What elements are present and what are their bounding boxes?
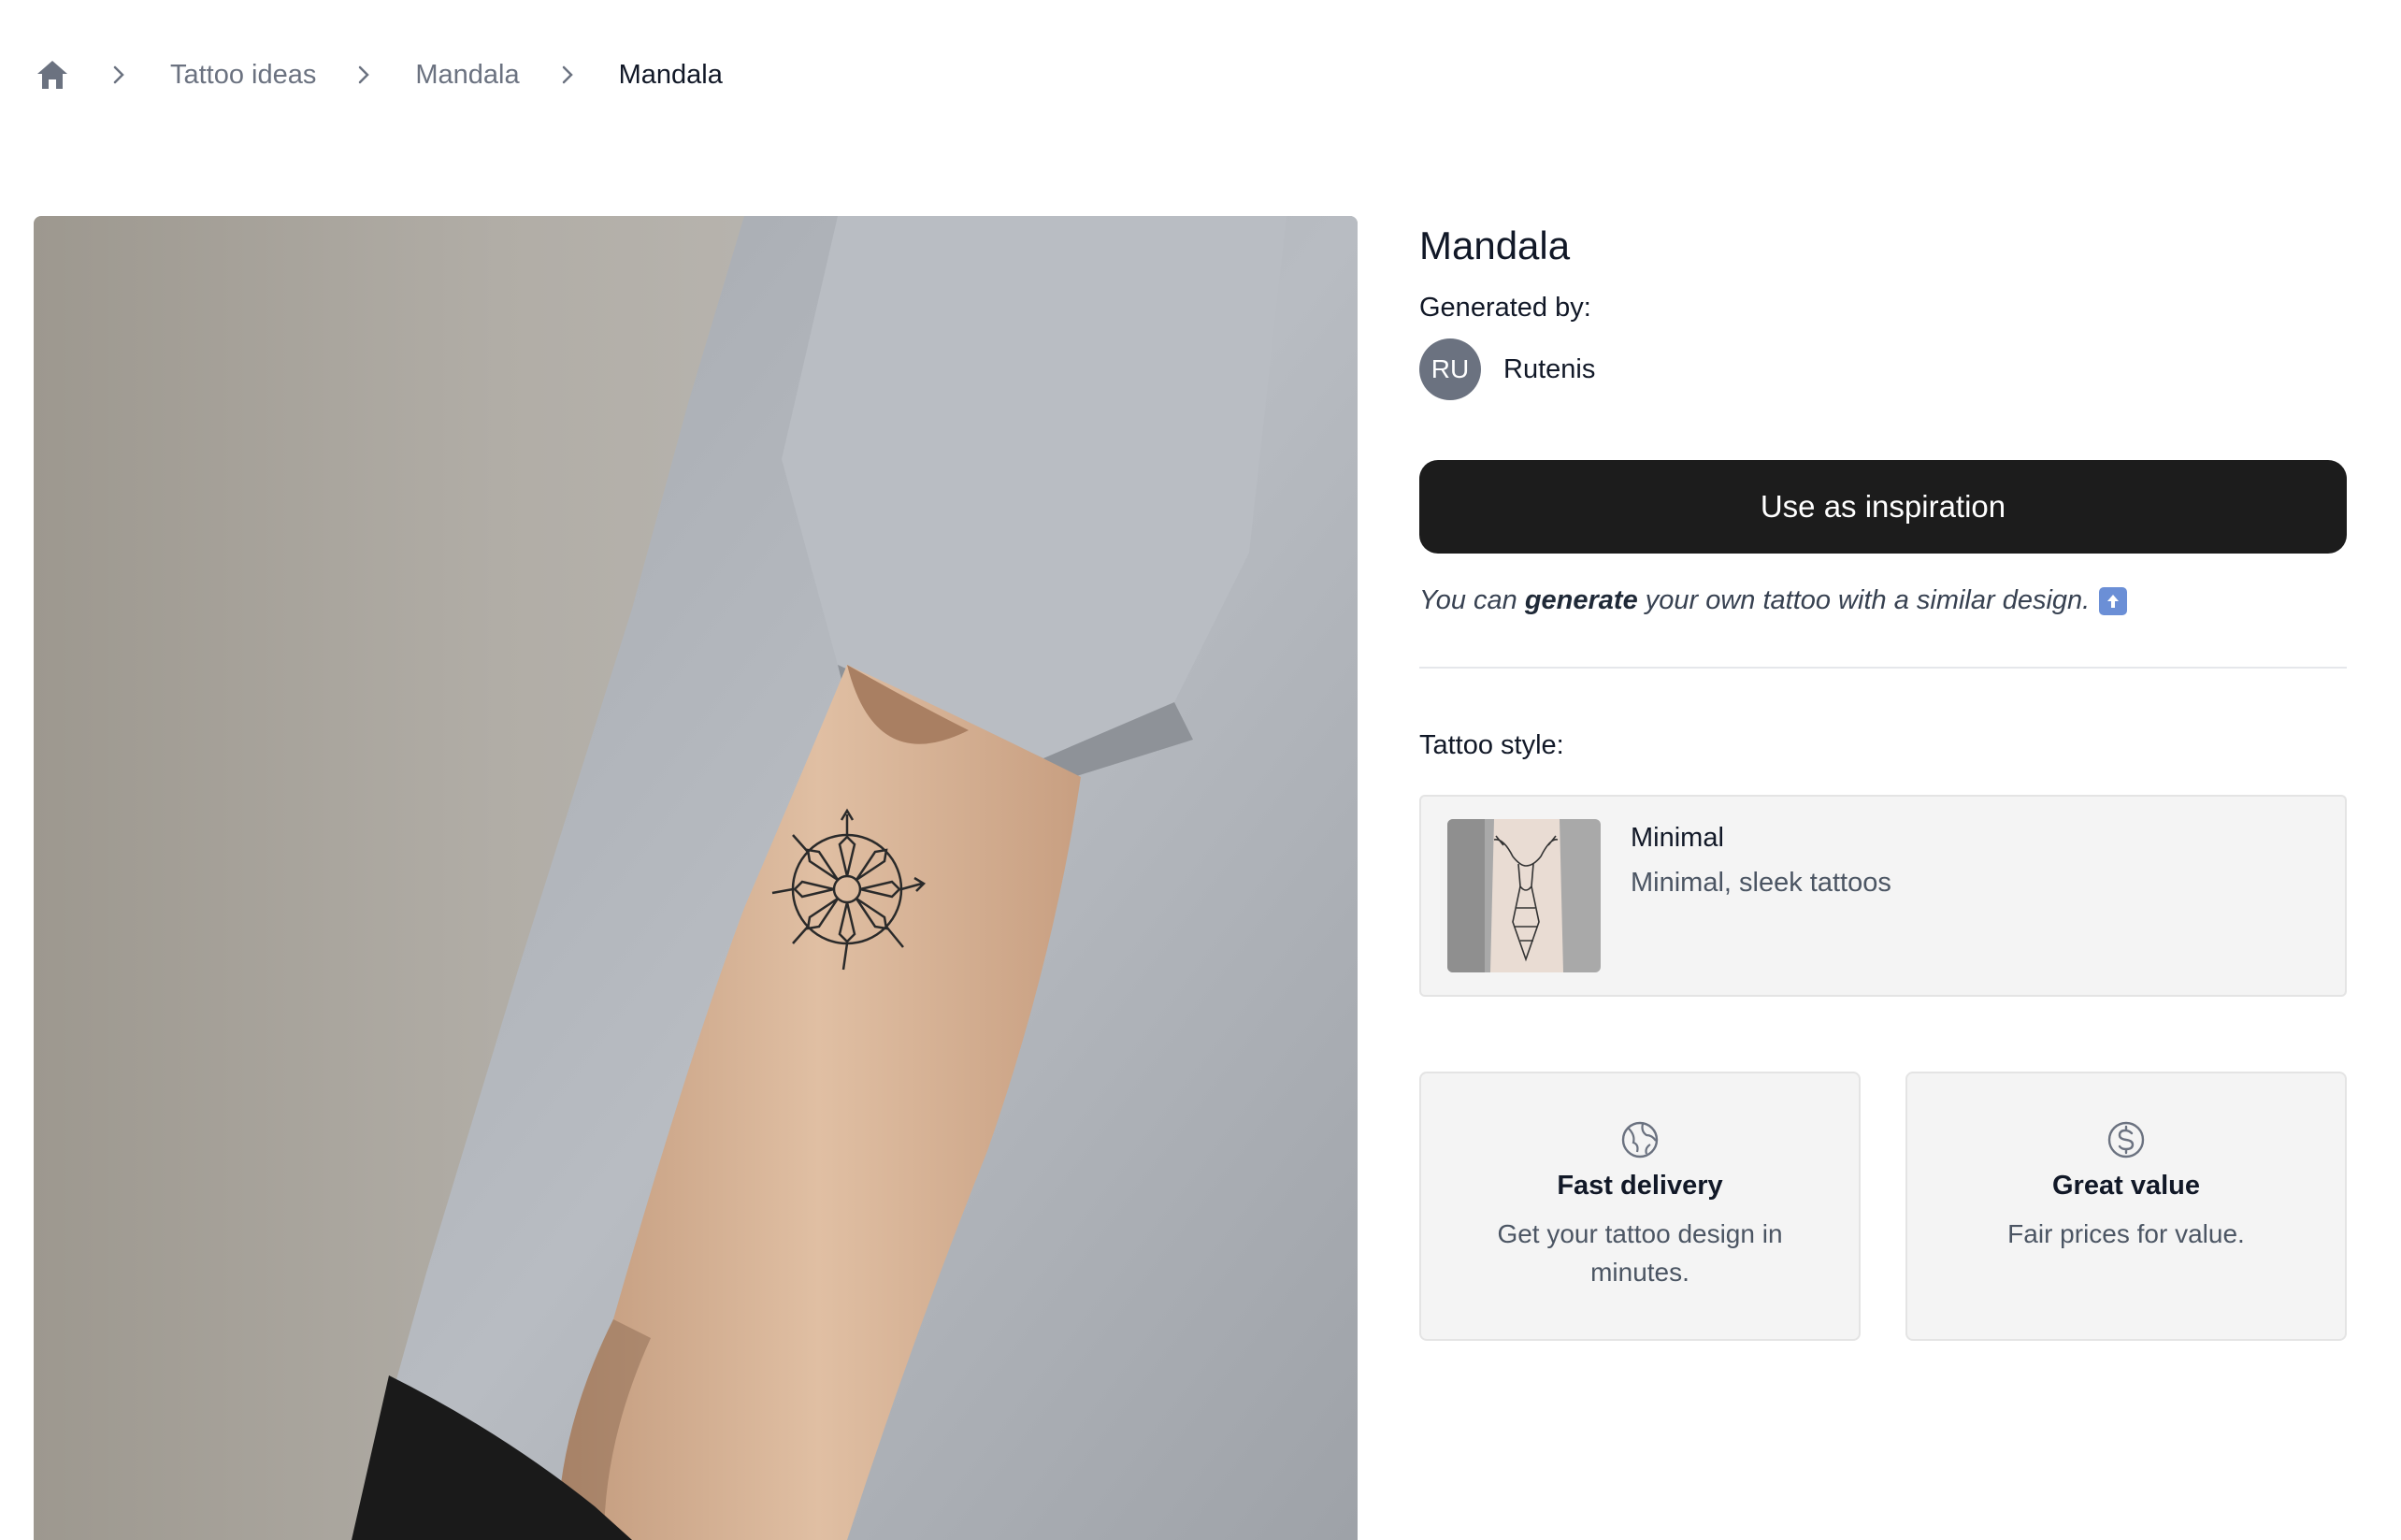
breadcrumb: Tattoo ideas Mandala Mandala [34, 54, 723, 95]
hint-prefix: You can [1419, 585, 1517, 615]
style-thumbnail [1447, 819, 1601, 972]
page-title: Mandala [1419, 223, 1571, 267]
dollar-circle-icon [1907, 1120, 2345, 1161]
divider [1419, 667, 2347, 669]
breadcrumb-current: Mandala [618, 59, 723, 90]
tattoo-style-label: Tattoo style: [1419, 730, 1564, 760]
feature-great-value: Great value Fair prices for value. [1905, 1072, 2347, 1341]
author: RU Rutenis [1419, 338, 2347, 400]
feature-title: Fast delivery [1557, 1171, 1723, 1201]
feature-title: Great value [2052, 1171, 2200, 1201]
breadcrumb-tattoo-ideas[interactable]: Tattoo ideas [170, 60, 316, 91]
feature-description: Get your tattoo design in minutes. [1497, 1219, 1783, 1287]
chevron-right-icon [105, 61, 133, 89]
generate-hint: You can generate your own tattoo with a … [1419, 585, 2347, 616]
chevron-right-icon [554, 61, 582, 89]
use-as-inspiration-button[interactable]: Use as inspiration [1419, 460, 2347, 554]
hint-suffix: your own tattoo with a similar design. [1645, 585, 2091, 615]
chevron-right-icon [350, 61, 378, 89]
breadcrumb-mandala-category[interactable]: Mandala [415, 60, 519, 91]
arrow-up-emoji-icon [2099, 586, 2128, 615]
tattoo-style-card[interactable]: Minimal Minimal, sleek tattoos [1419, 795, 2347, 997]
author-name[interactable]: Rutenis [1503, 354, 1595, 385]
avatar[interactable]: RU [1419, 338, 1481, 400]
feature-description: Fair prices for value. [2007, 1219, 2245, 1248]
feature-fast-delivery: Fast delivery Get your tattoo design in … [1419, 1072, 1861, 1341]
style-description: Minimal, sleek tattoos [1631, 868, 1891, 898]
detail-panel: Mandala Generated by: RU Rutenis Use as … [1419, 216, 2347, 1341]
features: Fast delivery Get your tattoo design in … [1419, 1072, 2347, 1341]
tattoo-photo [34, 216, 1358, 1540]
generated-by-label: Generated by: [1419, 293, 1591, 323]
style-name: Minimal [1631, 823, 1724, 853]
hint-generate: generate [1524, 585, 1638, 615]
home-icon[interactable] [34, 56, 71, 94]
globe-icon [1421, 1120, 1859, 1161]
